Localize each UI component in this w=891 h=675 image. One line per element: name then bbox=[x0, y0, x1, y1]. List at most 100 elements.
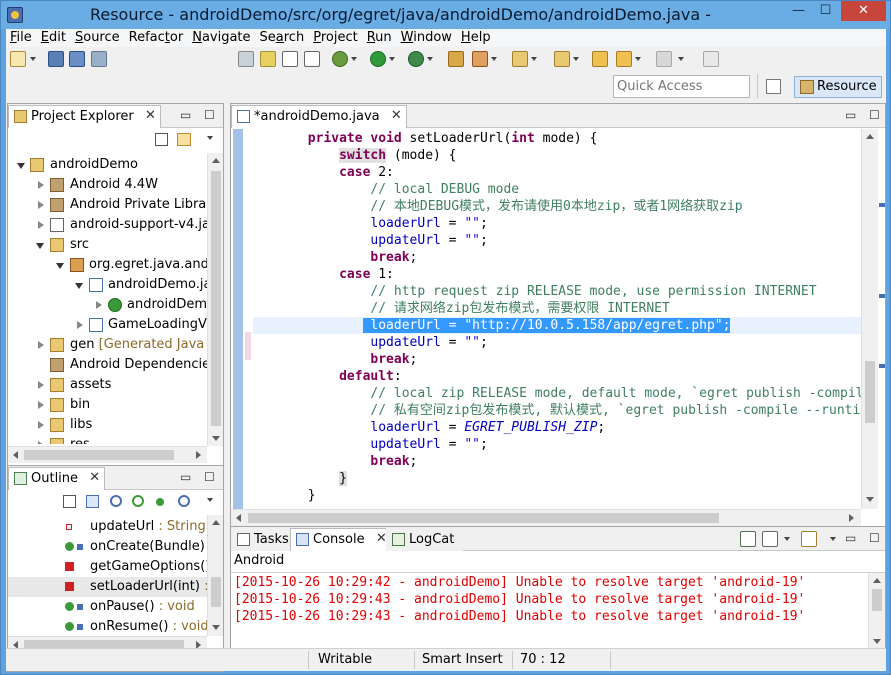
sort-icon[interactable] bbox=[86, 495, 99, 508]
external-tools-icon[interactable] bbox=[408, 51, 424, 67]
debug-icon[interactable] bbox=[332, 51, 348, 67]
new-dropdown-icon[interactable] bbox=[30, 57, 36, 61]
new-icon[interactable] bbox=[10, 51, 26, 67]
outline-item-onresume[interactable]: onResume() : void bbox=[8, 617, 208, 637]
perspective-resource-button[interactable]: Resource bbox=[794, 76, 882, 98]
collapse-all-icon[interactable] bbox=[63, 495, 76, 508]
menu-source[interactable]: Source bbox=[71, 29, 125, 47]
block-selection-icon[interactable] bbox=[282, 51, 298, 67]
display-selected-dropdown-icon[interactable] bbox=[784, 537, 790, 541]
scroll-down-icon[interactable] bbox=[873, 639, 881, 644]
scroll-left-icon[interactable] bbox=[236, 514, 241, 522]
outline-item-setloaderurl[interactable]: setLoaderUrl(int) : void bbox=[8, 577, 208, 597]
title-bar[interactable]: Resource - androidDemo/src/org/egret/jav… bbox=[1, 1, 890, 29]
project-explorer-vscroll[interactable] bbox=[207, 153, 223, 446]
close-icon[interactable]: ✕ bbox=[391, 108, 402, 123]
outline-item-updateurl[interactable]: updateUrl : String bbox=[8, 517, 208, 537]
tab-outline[interactable]: Outline ✕ bbox=[8, 467, 106, 490]
debug-dropdown-icon[interactable] bbox=[351, 57, 357, 61]
open-console-icon[interactable] bbox=[801, 531, 817, 547]
scroll-up-icon[interactable] bbox=[866, 134, 874, 139]
scroll-thumb[interactable] bbox=[248, 513, 719, 523]
minimize-view-icon[interactable]: ▭ bbox=[845, 108, 856, 122]
editor-hscroll[interactable] bbox=[231, 509, 861, 526]
scroll-thumb[interactable] bbox=[211, 171, 221, 426]
tree-item-gameloadingview[interactable]: GameLoadingView.java bbox=[8, 315, 208, 335]
back-icon[interactable] bbox=[616, 51, 632, 67]
menu-project[interactable]: Project bbox=[309, 29, 363, 47]
tree-item-androidDemo-class[interactable]: androidDemo bbox=[8, 295, 208, 315]
scroll-down-icon[interactable] bbox=[866, 497, 874, 502]
prev-annotation-icon[interactable] bbox=[554, 51, 570, 67]
link-with-editor-icon[interactable] bbox=[177, 133, 191, 146]
expanded-icon[interactable] bbox=[75, 283, 83, 289]
collapsed-icon[interactable] bbox=[38, 421, 44, 429]
collapsed-icon[interactable] bbox=[38, 221, 44, 229]
close-icon[interactable]: ✕ bbox=[89, 470, 100, 485]
outline-vscroll[interactable] bbox=[207, 515, 223, 636]
collapsed-icon[interactable] bbox=[38, 441, 44, 444]
tree-item-android-4-4w[interactable]: Android 4.4W bbox=[8, 175, 208, 195]
scroll-up-icon[interactable] bbox=[212, 520, 220, 525]
collapsed-icon[interactable] bbox=[38, 381, 44, 389]
external-tools-dropdown-icon[interactable] bbox=[427, 57, 433, 61]
tab-logcat[interactable]: LogCat bbox=[386, 528, 464, 551]
tree-item-assets[interactable]: assets bbox=[8, 375, 208, 395]
tree-item-android-private-libraries[interactable]: Android Private Libraries bbox=[8, 195, 208, 215]
editor-vscroll[interactable] bbox=[861, 129, 878, 509]
hide-static-icon[interactable] bbox=[132, 495, 144, 507]
save-icon[interactable] bbox=[48, 51, 64, 67]
search-dropdown-icon[interactable] bbox=[491, 57, 497, 61]
maximize-view-icon[interactable]: ☐ bbox=[204, 108, 215, 122]
hide-fields-icon[interactable] bbox=[110, 495, 122, 507]
outline-item-onpause[interactable]: onPause() : void bbox=[8, 597, 208, 617]
overview-ruler-mark[interactable] bbox=[879, 203, 885, 207]
close-icon[interactable]: ✕ bbox=[145, 108, 156, 123]
tree-item-package[interactable]: org.egret.java.androidDemo bbox=[8, 255, 208, 275]
menu-search[interactable]: Search bbox=[256, 29, 310, 47]
collapsed-icon[interactable] bbox=[38, 341, 44, 349]
forward-icon[interactable] bbox=[656, 51, 672, 67]
prev-annotation-dropdown-icon[interactable] bbox=[573, 57, 579, 61]
tree-item-androidDemo[interactable]: androidDemo bbox=[8, 155, 208, 175]
maximize-button[interactable]: ☐ bbox=[812, 1, 839, 21]
scroll-right-icon[interactable] bbox=[196, 451, 201, 459]
view-menu-icon[interactable] bbox=[207, 498, 213, 502]
menu-edit[interactable]: Edit bbox=[37, 29, 71, 47]
open-perspective-icon[interactable] bbox=[766, 79, 781, 94]
run-dropdown-icon[interactable] bbox=[389, 57, 395, 61]
tree-item-libs[interactable]: libs bbox=[8, 415, 208, 435]
back-dropdown-icon[interactable] bbox=[635, 57, 641, 61]
minimize-button[interactable]: — bbox=[785, 1, 812, 21]
overview-ruler-mark[interactable] bbox=[879, 294, 885, 298]
close-button[interactable]: ✕ bbox=[841, 1, 886, 21]
collapsed-icon[interactable] bbox=[38, 401, 44, 409]
maximize-view-icon[interactable]: ☐ bbox=[204, 470, 215, 484]
hide-nonpublic-icon[interactable] bbox=[156, 498, 164, 506]
quick-access-input[interactable] bbox=[613, 75, 750, 98]
collapse-all-icon[interactable] bbox=[155, 133, 168, 146]
console-vscroll[interactable] bbox=[868, 573, 885, 650]
collapsed-icon[interactable] bbox=[38, 181, 44, 189]
scroll-up-icon[interactable] bbox=[212, 158, 220, 163]
tree-item-src[interactable]: src bbox=[8, 235, 208, 255]
last-edit-location-icon[interactable] bbox=[592, 51, 608, 67]
tree-item-android-dependencies[interactable]: Android Dependencies bbox=[8, 355, 208, 375]
menu-help[interactable]: Help bbox=[457, 29, 496, 47]
save-all-icon[interactable] bbox=[69, 51, 85, 67]
scroll-right-icon[interactable] bbox=[849, 514, 854, 522]
toggle-ant-icon[interactable] bbox=[238, 51, 254, 67]
run-icon[interactable] bbox=[370, 51, 386, 67]
expanded-icon[interactable] bbox=[56, 263, 64, 269]
maximize-view-icon[interactable]: ☐ bbox=[869, 531, 880, 545]
hide-local-types-icon[interactable] bbox=[178, 495, 190, 507]
pin-console-icon[interactable] bbox=[740, 531, 756, 547]
minimize-view-icon[interactable]: ▭ bbox=[845, 531, 856, 545]
tab-androidDemo-java[interactable]: *androidDemo.java ✕ bbox=[231, 105, 407, 128]
open-console-dropdown-icon[interactable] bbox=[830, 537, 836, 541]
overview-ruler-mark[interactable] bbox=[879, 364, 885, 368]
project-explorer-hscroll[interactable] bbox=[8, 446, 207, 463]
pin-editor-icon[interactable] bbox=[703, 51, 719, 67]
view-menu-icon[interactable] bbox=[207, 136, 213, 140]
menu-refactor[interactable]: Refactor bbox=[125, 29, 189, 47]
